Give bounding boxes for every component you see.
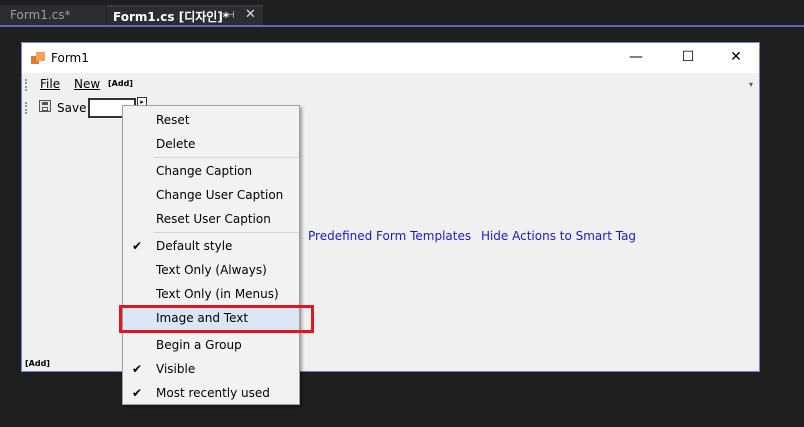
pin-icon[interactable]: ⊣ — [226, 10, 235, 21]
document-tab-bar: Form1.cs* Form1.cs [디자인]* ⊣ ✕ — [0, 0, 804, 27]
ctx-item-begin-a-group[interactable]: Begin a Group — [123, 333, 299, 357]
checkmark-icon: ✔ — [132, 386, 143, 400]
ctx-separator — [153, 157, 299, 158]
minimize-icon[interactable]: — — [626, 49, 646, 65]
maximize-icon[interactable]: ☐ — [678, 49, 698, 65]
menubar-dropdown-icon[interactable]: ▾ — [749, 80, 753, 89]
form-menu-bar: File New [Add] ▾ — [22, 74, 759, 96]
menu-file[interactable]: File — [40, 77, 60, 91]
close-tab-icon[interactable]: ✕ — [245, 7, 256, 22]
ctx-separator — [153, 232, 299, 233]
hide-actions-link[interactable]: Hide Actions to Smart Tag — [481, 229, 636, 243]
ctx-item-reset-user-caption[interactable]: Reset User Caption — [123, 207, 299, 231]
menu-new[interactable]: New — [74, 77, 100, 91]
toolbar-save-button[interactable]: Save — [57, 101, 86, 115]
predefined-form-templates-link[interactable]: Predefined Form Templates — [308, 229, 471, 243]
ctx-item-default-style[interactable]: ✔ Default style — [123, 234, 299, 258]
ctx-item-delete[interactable]: Delete — [123, 132, 299, 156]
close-icon[interactable]: ✕ — [726, 49, 746, 65]
form-title-bar: Form1 — ☐ ✕ — [22, 43, 759, 73]
tab-form1-designer[interactable]: Form1.cs [디자인]* — [107, 5, 263, 26]
tab-form1-designer-label: Form1.cs [디자인]* — [113, 10, 230, 24]
save-icon — [39, 100, 51, 112]
annotation-highlight-box — [119, 305, 314, 333]
form-title: Form1 — [51, 51, 89, 65]
form-app-icon — [31, 52, 45, 66]
ctx-item-change-caption[interactable]: Change Caption — [123, 159, 299, 183]
menu-add-tag[interactable]: [Add] — [108, 79, 133, 88]
toolbar-grip-icon[interactable] — [25, 102, 30, 114]
tab-form1-cs[interactable]: Form1.cs* — [0, 5, 106, 26]
checkmark-icon: ✔ — [132, 239, 143, 253]
ctx-item-visible[interactable]: ✔ Visible — [123, 357, 299, 381]
ctx-item-text-only-in-menus[interactable]: Text Only (in Menus) — [123, 282, 299, 306]
ctx-item-change-user-caption[interactable]: Change User Caption — [123, 183, 299, 207]
smart-tag-links: Predefined Form Templates Hide Actions t… — [308, 229, 642, 243]
statusbar-add-tag[interactable]: [Add] — [25, 359, 50, 368]
menu-grip-icon[interactable] — [25, 79, 30, 91]
ctx-item-reset[interactable]: Reset — [123, 108, 299, 132]
checkmark-icon: ✔ — [132, 362, 143, 376]
context-menu: Reset Delete Change Caption Change User … — [122, 105, 300, 405]
ctx-item-text-only-always[interactable]: Text Only (Always) — [123, 258, 299, 282]
ctx-item-most-recently-used[interactable]: ✔ Most recently used — [123, 381, 299, 405]
